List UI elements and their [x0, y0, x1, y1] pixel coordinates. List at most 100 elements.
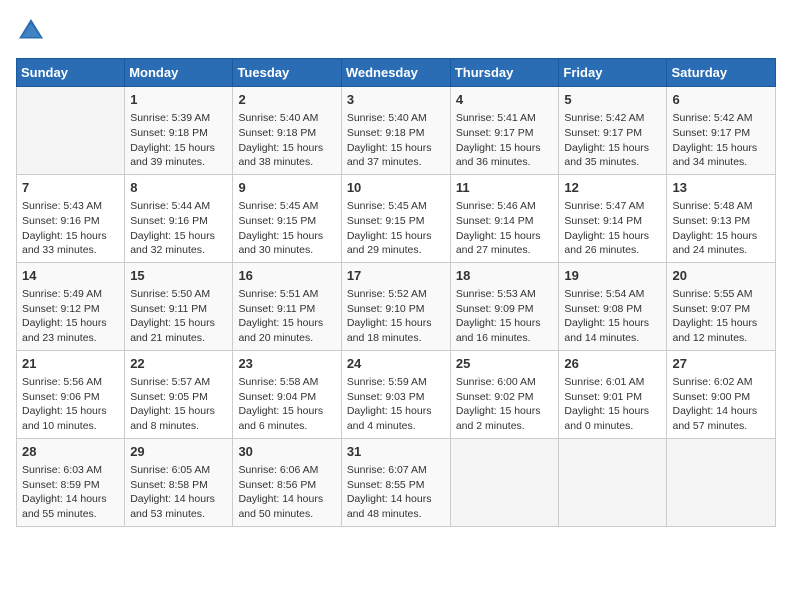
- calendar-week-row: 21 Sunrise: 5:56 AM Sunset: 9:06 PM Dayli…: [17, 350, 776, 438]
- day-info: Sunrise: 5:56 AM Sunset: 9:06 PM Dayligh…: [22, 375, 119, 434]
- day-number: 1: [130, 91, 227, 109]
- calendar-cell: 7 Sunrise: 5:43 AM Sunset: 9:16 PM Daylig…: [17, 174, 125, 262]
- day-number: 11: [456, 179, 554, 197]
- day-number: 3: [347, 91, 445, 109]
- calendar-week-row: 7 Sunrise: 5:43 AM Sunset: 9:16 PM Daylig…: [17, 174, 776, 262]
- calendar-cell: 26Sunrise: 6:01 AM Sunset: 9:01 PM Dayli…: [559, 350, 667, 438]
- calendar-cell: 23 Sunrise: 5:58 AM Sunset: 9:04 PM Dayli…: [233, 350, 341, 438]
- calendar-cell: 13 Sunrise: 5:48 AM Sunset: 9:13 PM Dayli…: [667, 174, 776, 262]
- day-number: 16: [238, 267, 335, 285]
- day-info: Sunrise: 5:54 AM Sunset: 9:08 PM Dayligh…: [564, 287, 661, 346]
- day-number: 14: [22, 267, 119, 285]
- calendar-cell: 18Sunrise: 5:53 AM Sunset: 9:09 PM Dayli…: [450, 262, 559, 350]
- calendar-cell: 15 Sunrise: 5:50 AM Sunset: 9:11 PM Dayli…: [125, 262, 233, 350]
- calendar-cell: 8 Sunrise: 5:44 AM Sunset: 9:16 PM Daylig…: [125, 174, 233, 262]
- day-number: 17: [347, 267, 445, 285]
- calendar-cell: 2 Sunrise: 5:40 AM Sunset: 9:18 PM Daylig…: [233, 87, 341, 175]
- column-header-monday: Monday: [125, 59, 233, 87]
- day-info: Sunrise: 5:45 AM Sunset: 9:15 PM Dayligh…: [347, 199, 445, 258]
- day-info: Sunrise: 5:42 AM Sunset: 9:17 PM Dayligh…: [672, 111, 770, 170]
- page-header: [16, 16, 776, 46]
- column-header-wednesday: Wednesday: [341, 59, 450, 87]
- day-info: Sunrise: 5:58 AM Sunset: 9:04 PM Dayligh…: [238, 375, 335, 434]
- day-number: 23: [238, 355, 335, 373]
- day-number: 30: [238, 443, 335, 461]
- day-number: 15: [130, 267, 227, 285]
- day-info: Sunrise: 5:44 AM Sunset: 9:16 PM Dayligh…: [130, 199, 227, 258]
- calendar-week-row: 14 Sunrise: 5:49 AM Sunset: 9:12 PM Dayli…: [17, 262, 776, 350]
- day-number: 8: [130, 179, 227, 197]
- column-header-saturday: Saturday: [667, 59, 776, 87]
- calendar-cell: [17, 87, 125, 175]
- calendar-cell: 29 Sunrise: 6:05 AM Sunset: 8:58 PM Dayli…: [125, 438, 233, 526]
- day-number: 25: [456, 355, 554, 373]
- calendar-cell: 6 Sunrise: 5:42 AM Sunset: 9:17 PM Daylig…: [667, 87, 776, 175]
- logo: [16, 16, 50, 46]
- calendar-cell: 12 Sunrise: 5:47 AM Sunset: 9:14 PM Dayli…: [559, 174, 667, 262]
- day-info: Sunrise: 5:43 AM Sunset: 9:16 PM Dayligh…: [22, 199, 119, 258]
- column-header-tuesday: Tuesday: [233, 59, 341, 87]
- calendar-cell: 24Sunrise: 5:59 AM Sunset: 9:03 PM Dayli…: [341, 350, 450, 438]
- day-number: 29: [130, 443, 227, 461]
- calendar-week-row: 1 Sunrise: 5:39 AM Sunset: 9:18 PM Daylig…: [17, 87, 776, 175]
- calendar-cell: [559, 438, 667, 526]
- calendar-cell: 20 Sunrise: 5:55 AM Sunset: 9:07 PM Dayli…: [667, 262, 776, 350]
- calendar-cell: 5 Sunrise: 5:42 AM Sunset: 9:17 PM Daylig…: [559, 87, 667, 175]
- calendar-cell: 17 Sunrise: 5:52 AM Sunset: 9:10 PM Dayli…: [341, 262, 450, 350]
- calendar-cell: 19 Sunrise: 5:54 AM Sunset: 9:08 PM Dayli…: [559, 262, 667, 350]
- day-info: Sunrise: 5:51 AM Sunset: 9:11 PM Dayligh…: [238, 287, 335, 346]
- calendar-cell: 4Sunrise: 5:41 AM Sunset: 9:17 PM Daylig…: [450, 87, 559, 175]
- calendar-cell: 3 Sunrise: 5:40 AM Sunset: 9:18 PM Daylig…: [341, 87, 450, 175]
- day-number: 6: [672, 91, 770, 109]
- column-header-sunday: Sunday: [17, 59, 125, 87]
- calendar-cell: 31 Sunrise: 6:07 AM Sunset: 8:55 PM Dayli…: [341, 438, 450, 526]
- calendar-cell: [667, 438, 776, 526]
- day-number: 26: [564, 355, 661, 373]
- day-info: Sunrise: 5:45 AM Sunset: 9:15 PM Dayligh…: [238, 199, 335, 258]
- day-number: 2: [238, 91, 335, 109]
- column-header-friday: Friday: [559, 59, 667, 87]
- day-number: 21: [22, 355, 119, 373]
- calendar-cell: 28Sunrise: 6:03 AM Sunset: 8:59 PM Dayli…: [17, 438, 125, 526]
- day-info: Sunrise: 5:47 AM Sunset: 9:14 PM Dayligh…: [564, 199, 661, 258]
- day-number: 4: [456, 91, 554, 109]
- day-info: Sunrise: 5:39 AM Sunset: 9:18 PM Dayligh…: [130, 111, 227, 170]
- day-number: 5: [564, 91, 661, 109]
- calendar-cell: 10Sunrise: 5:45 AM Sunset: 9:15 PM Dayli…: [341, 174, 450, 262]
- day-info: Sunrise: 6:05 AM Sunset: 8:58 PM Dayligh…: [130, 463, 227, 522]
- day-number: 20: [672, 267, 770, 285]
- day-info: Sunrise: 5:50 AM Sunset: 9:11 PM Dayligh…: [130, 287, 227, 346]
- day-info: Sunrise: 5:40 AM Sunset: 9:18 PM Dayligh…: [238, 111, 335, 170]
- day-number: 22: [130, 355, 227, 373]
- day-info: Sunrise: 6:03 AM Sunset: 8:59 PM Dayligh…: [22, 463, 119, 522]
- day-info: Sunrise: 5:49 AM Sunset: 9:12 PM Dayligh…: [22, 287, 119, 346]
- day-info: Sunrise: 5:53 AM Sunset: 9:09 PM Dayligh…: [456, 287, 554, 346]
- day-info: Sunrise: 6:00 AM Sunset: 9:02 PM Dayligh…: [456, 375, 554, 434]
- day-info: Sunrise: 5:46 AM Sunset: 9:14 PM Dayligh…: [456, 199, 554, 258]
- calendar-cell: 27Sunrise: 6:02 AM Sunset: 9:00 PM Dayli…: [667, 350, 776, 438]
- day-info: Sunrise: 5:52 AM Sunset: 9:10 PM Dayligh…: [347, 287, 445, 346]
- day-info: Sunrise: 5:40 AM Sunset: 9:18 PM Dayligh…: [347, 111, 445, 170]
- calendar-cell: 16 Sunrise: 5:51 AM Sunset: 9:11 PM Dayli…: [233, 262, 341, 350]
- calendar-table: SundayMondayTuesdayWednesdayThursdayFrid…: [16, 58, 776, 527]
- calendar-cell: 21 Sunrise: 5:56 AM Sunset: 9:06 PM Dayli…: [17, 350, 125, 438]
- day-number: 7: [22, 179, 119, 197]
- day-info: Sunrise: 5:42 AM Sunset: 9:17 PM Dayligh…: [564, 111, 661, 170]
- calendar-cell: 11 Sunrise: 5:46 AM Sunset: 9:14 PM Dayli…: [450, 174, 559, 262]
- day-number: 27: [672, 355, 770, 373]
- day-info: Sunrise: 5:48 AM Sunset: 9:13 PM Dayligh…: [672, 199, 770, 258]
- day-number: 24: [347, 355, 445, 373]
- calendar-week-row: 28Sunrise: 6:03 AM Sunset: 8:59 PM Dayli…: [17, 438, 776, 526]
- day-number: 19: [564, 267, 661, 285]
- calendar-cell: 9Sunrise: 5:45 AM Sunset: 9:15 PM Daylig…: [233, 174, 341, 262]
- day-number: 12: [564, 179, 661, 197]
- day-number: 13: [672, 179, 770, 197]
- calendar-cell: 22 Sunrise: 5:57 AM Sunset: 9:05 PM Dayli…: [125, 350, 233, 438]
- day-info: Sunrise: 5:57 AM Sunset: 9:05 PM Dayligh…: [130, 375, 227, 434]
- day-info: Sunrise: 6:07 AM Sunset: 8:55 PM Dayligh…: [347, 463, 445, 522]
- day-number: 31: [347, 443, 445, 461]
- calendar-cell: 30Sunrise: 6:06 AM Sunset: 8:56 PM Dayli…: [233, 438, 341, 526]
- calendar-header-row: SundayMondayTuesdayWednesdayThursdayFrid…: [17, 59, 776, 87]
- logo-icon: [16, 16, 46, 46]
- day-info: Sunrise: 5:55 AM Sunset: 9:07 PM Dayligh…: [672, 287, 770, 346]
